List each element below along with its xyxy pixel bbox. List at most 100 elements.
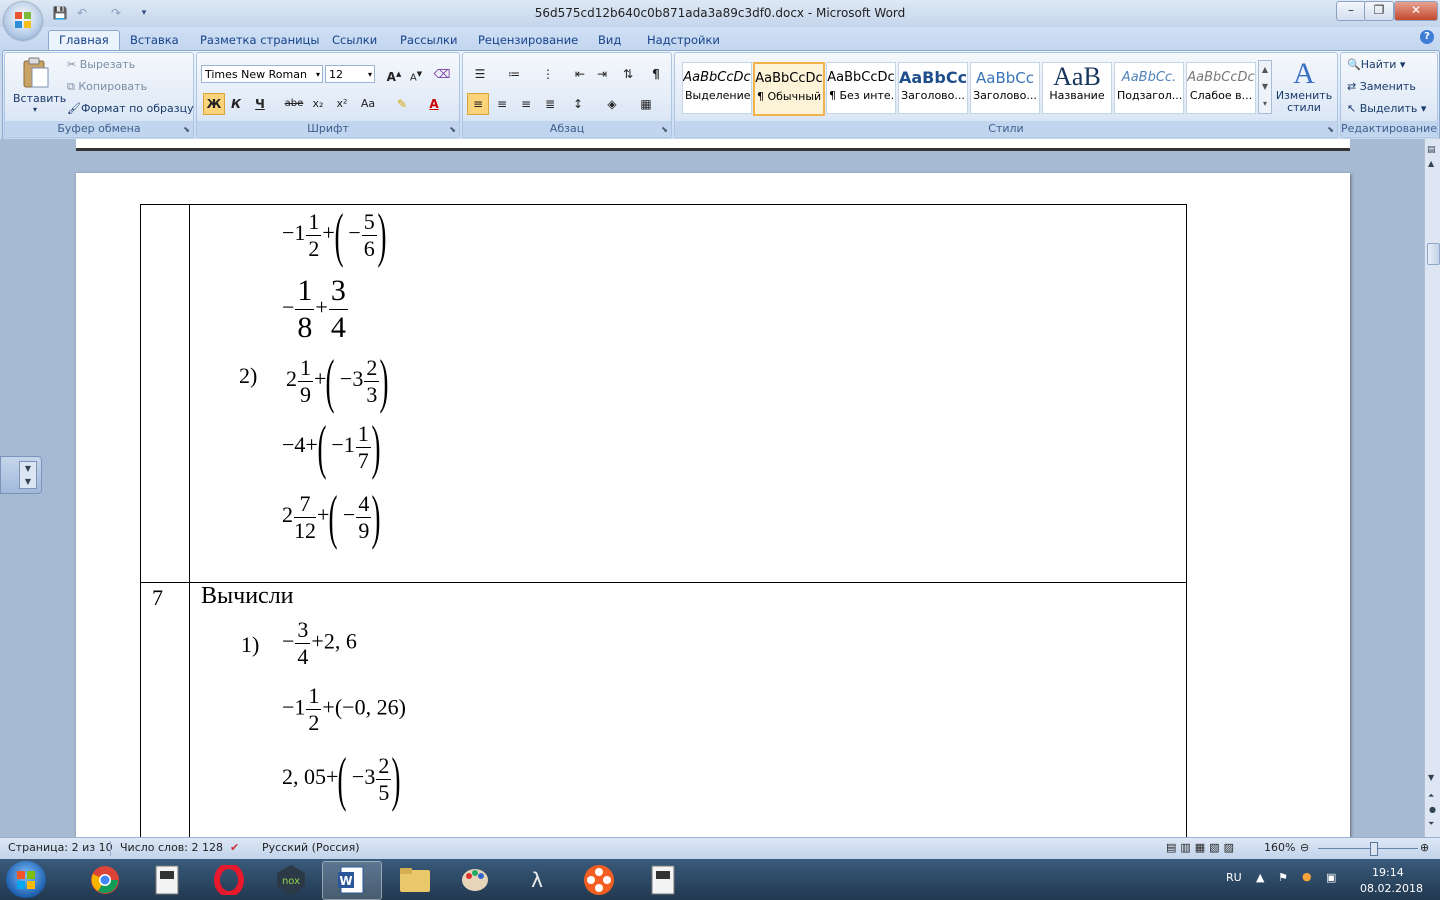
scroll-thumb[interactable] bbox=[1427, 243, 1440, 265]
clock-time[interactable]: 19:14 bbox=[1372, 866, 1404, 879]
tab-insert[interactable]: Вставка bbox=[120, 31, 189, 50]
change-styles-button[interactable]: A Изменить стили bbox=[1274, 58, 1334, 114]
grow-font-button[interactable]: A▲ bbox=[383, 63, 405, 85]
decrease-indent-icon[interactable]: ⇤ bbox=[569, 63, 591, 85]
subscript-button[interactable]: x₂ bbox=[307, 93, 329, 115]
zoom-slider[interactable] bbox=[1318, 848, 1418, 849]
bold-button[interactable]: Ж bbox=[203, 93, 225, 115]
highlight-icon[interactable]: ✎ bbox=[391, 93, 413, 115]
taskbar-media[interactable] bbox=[570, 861, 628, 898]
replace-button[interactable]: ⇄ Заменить bbox=[1347, 80, 1416, 93]
undo-icon[interactable]: ↶ bbox=[74, 5, 90, 21]
underline-button[interactable]: Ч bbox=[249, 93, 271, 115]
copy-button[interactable]: ⧉ Копировать bbox=[67, 80, 147, 94]
dialog-launcher-icon[interactable]: ⬊ bbox=[1327, 125, 1334, 134]
shrink-font-button[interactable]: A▼ bbox=[405, 63, 427, 85]
style-heading-1[interactable]: AaBbCc Заголово... bbox=[898, 62, 968, 114]
style-emphasis[interactable]: AaBbCcDc Выделение bbox=[682, 62, 752, 114]
chevron-down-icon[interactable]: ▼ ▼ bbox=[19, 461, 37, 489]
customize-toolbar-icon[interactable]: ▾ bbox=[136, 5, 152, 21]
taskbar-app[interactable]: λ bbox=[508, 861, 566, 898]
tab-mailings[interactable]: Рассылки bbox=[390, 31, 467, 50]
format-painter-button[interactable]: 🖌Формат по образцу bbox=[67, 102, 194, 115]
taskbar-explorer[interactable] bbox=[386, 861, 444, 898]
word-count[interactable]: Число слов: 2 128 bbox=[120, 841, 223, 854]
zoom-in-icon[interactable]: ⊕ bbox=[1420, 841, 1429, 854]
cut-button[interactable]: ✂ Вырезать bbox=[67, 58, 135, 71]
maximize-button[interactable]: ❐ bbox=[1364, 1, 1394, 21]
clock-date[interactable]: 08.02.2018 bbox=[1360, 882, 1423, 895]
ruler-toggle-icon[interactable]: ▤ bbox=[1427, 145, 1436, 155]
dialog-launcher-icon[interactable]: ⬊ bbox=[449, 125, 456, 134]
style-no-spacing[interactable]: AaBbCcDc ¶ Без инте... bbox=[826, 62, 896, 114]
dialog-launcher-icon[interactable]: ⬊ bbox=[661, 125, 668, 134]
zoom-level[interactable]: 160% bbox=[1264, 841, 1295, 854]
tray-expand-icon[interactable]: ▲ bbox=[1256, 871, 1264, 884]
clear-format-icon[interactable]: ⌫ bbox=[431, 63, 453, 85]
align-center-icon[interactable]: ≡ bbox=[491, 93, 513, 115]
font-size-select[interactable]: 12 ▾ bbox=[325, 65, 375, 83]
numbering-icon[interactable]: ≔ bbox=[503, 63, 525, 85]
view-buttons[interactable]: ▤▥▦▧▨ bbox=[1166, 841, 1238, 854]
italic-button[interactable]: К bbox=[225, 93, 247, 115]
change-case-button[interactable]: Aa bbox=[357, 93, 379, 115]
office-button[interactable] bbox=[4, 2, 42, 40]
notification-icon[interactable]: ● bbox=[1302, 870, 1312, 883]
vertical-scrollbar[interactable]: ▤ ▲ ▼ ⏶ ● ⏷ bbox=[1424, 139, 1440, 837]
input-language[interactable]: RU bbox=[1226, 871, 1242, 884]
strikethrough-button[interactable]: abe bbox=[283, 93, 305, 115]
floating-widget[interactable]: ▼ ▼ bbox=[0, 456, 42, 494]
proofing-icon[interactable]: ✔ bbox=[230, 841, 239, 854]
save-icon[interactable]: 💾 bbox=[52, 5, 68, 21]
zoom-out-icon[interactable]: ⊖ bbox=[1300, 841, 1309, 854]
taskbar-chrome[interactable] bbox=[76, 861, 134, 898]
paste-button[interactable]: Вставить ▾ bbox=[13, 57, 66, 114]
increase-indent-icon[interactable]: ⇥ bbox=[591, 63, 613, 85]
redo-icon[interactable]: ↷ bbox=[108, 5, 124, 21]
help-icon[interactable]: ? bbox=[1420, 30, 1434, 44]
style-heading-2[interactable]: AaBbCc Заголово... bbox=[970, 62, 1040, 114]
tab-home[interactable]: Главная bbox=[48, 30, 120, 50]
zoom-slider-thumb[interactable] bbox=[1370, 842, 1378, 856]
font-family-select[interactable]: Times New Roman ▾ bbox=[201, 65, 323, 83]
language-indicator[interactable]: Русский (Россия) bbox=[262, 841, 360, 854]
style-subtle-emphasis[interactable]: AaBbCcDc Слабое в... bbox=[1186, 62, 1256, 114]
tab-view[interactable]: Вид bbox=[588, 31, 631, 50]
taskbar-document-2[interactable] bbox=[634, 861, 692, 898]
tab-references[interactable]: Ссылки bbox=[322, 31, 387, 50]
show-marks-button[interactable]: ¶ bbox=[645, 63, 667, 85]
taskbar-document[interactable] bbox=[138, 861, 196, 898]
taskbar-word[interactable]: W bbox=[322, 861, 382, 900]
taskbar-paint[interactable] bbox=[446, 861, 504, 898]
align-right-icon[interactable]: ≡ bbox=[515, 93, 537, 115]
style-subtitle[interactable]: AaBbCc. Подзагол... bbox=[1114, 62, 1184, 114]
align-left-icon[interactable]: ≡ bbox=[467, 93, 489, 115]
tab-review[interactable]: Рецензирование bbox=[468, 31, 588, 50]
previous-page-icon[interactable]: ⏶ bbox=[1428, 791, 1434, 801]
line-spacing-icon[interactable]: ↕ bbox=[567, 93, 589, 115]
style-title[interactable]: AaB Название bbox=[1042, 62, 1112, 114]
taskbar-nox[interactable]: nox bbox=[262, 861, 320, 898]
browse-object-icon[interactable]: ● bbox=[1429, 805, 1436, 814]
sort-icon[interactable]: ⇅ bbox=[617, 63, 639, 85]
page-indicator[interactable]: Страница: 2 из 10 bbox=[8, 841, 113, 854]
document-page[interactable]: −1 1 2 +( −5 6) −1 8 +3 4 2) 2 1 9 +( −3 2 3) −4+( −… bbox=[76, 173, 1350, 874]
multilevel-list-icon[interactable]: ⋮ bbox=[537, 63, 559, 85]
minimize-button[interactable]: – bbox=[1336, 1, 1366, 21]
scroll-up-icon[interactable]: ▲ bbox=[1428, 159, 1434, 168]
scroll-down-icon[interactable]: ▼ bbox=[1428, 773, 1434, 782]
font-color-icon[interactable]: A bbox=[423, 93, 445, 115]
next-page-icon[interactable]: ⏷ bbox=[1428, 819, 1434, 829]
superscript-button[interactable]: x² bbox=[331, 93, 353, 115]
close-button[interactable]: ✕ bbox=[1394, 1, 1438, 21]
styles-scroll[interactable]: ▲ ▼ ▾ bbox=[1258, 60, 1272, 114]
dialog-launcher-icon[interactable]: ⬊ bbox=[183, 125, 190, 134]
borders-icon[interactable]: ▦ bbox=[635, 93, 657, 115]
select-button[interactable]: ↖ Выделить ▾ bbox=[1347, 102, 1426, 115]
find-button[interactable]: 🔍Найти ▾ bbox=[1347, 58, 1405, 71]
tab-page-layout[interactable]: Разметка страницы bbox=[190, 31, 329, 50]
justify-icon[interactable]: ≣ bbox=[539, 93, 561, 115]
network-icon[interactable]: ▣ bbox=[1326, 871, 1336, 884]
style-normal[interactable]: AaBbCcDc ¶ Обычный bbox=[753, 62, 825, 116]
shading-icon[interactable]: ◈ bbox=[601, 93, 623, 115]
